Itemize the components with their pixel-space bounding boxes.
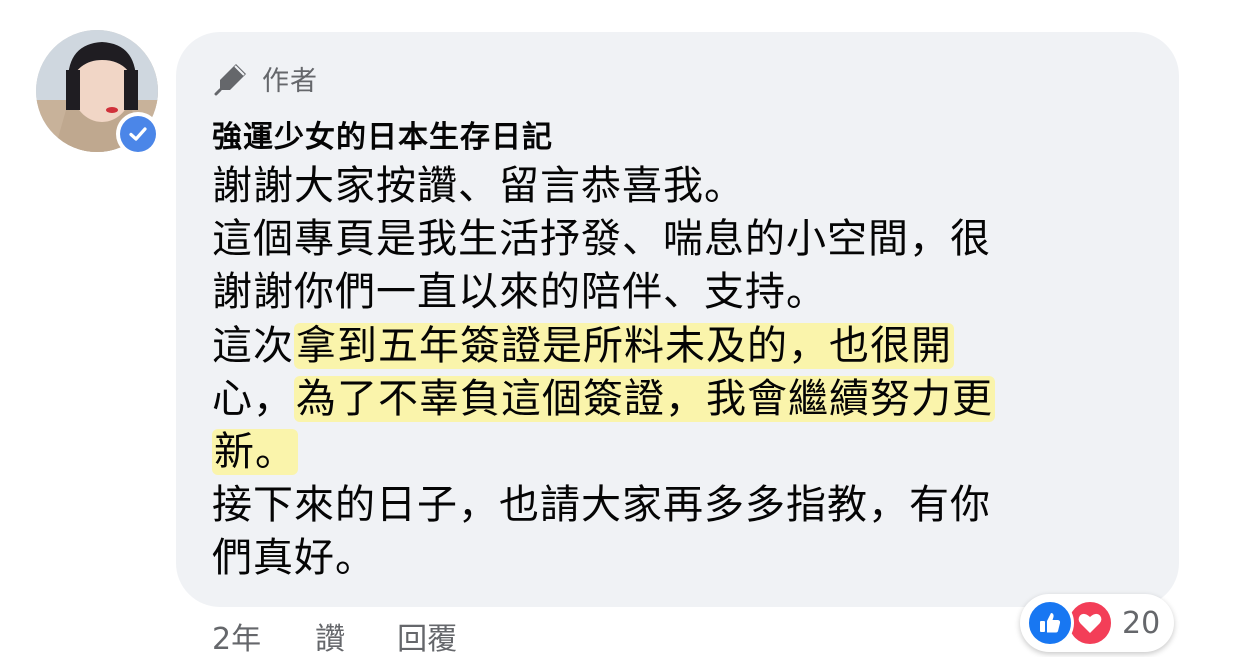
comment-line: 這次拿到五年簽證是所料未及的，也很開 [212,322,954,369]
comment-line: 新。 [212,426,1152,479]
comment-bubble: 作者 強運少女的日本生存日記 謝謝大家按讚、留言恭喜我。 這個專頁是我生活抒發、… [176,32,1179,607]
highlighted-text: 新。 [212,428,298,475]
pen-icon [214,64,246,96]
author-badge: 作者 [214,58,318,98]
comment-line: 接下來的日子，也請大家再多多指教，有你 [212,482,991,529]
comment-screenshot: 作者 強運少女的日本生存日記 謝謝大家按讚、留言恭喜我。 這個專頁是我生活抒發、… [0,0,1242,657]
timestamp[interactable]: 2年 [212,614,261,657]
highlighted-text: 為了不辜負這個簽證，我會繼續努力更 [294,375,995,422]
reply-button[interactable]: 回覆 [397,614,457,657]
author-tag: 作者 [262,65,318,97]
comment-line: 謝謝你們一直以來的陪伴、支持。 [212,269,827,316]
highlighted-text: 拿到五年簽證是所料未及的，也很開 [294,322,954,369]
comment-actions: 2年 讚 回覆 [212,614,457,657]
commenter-name[interactable]: 強運少女的日本生存日記 [212,112,553,156]
verified-badge-icon [116,112,160,156]
comment-line: 心，為了不辜負這個簽證，我會繼續努力更 [212,375,995,422]
like-icon [1026,599,1074,647]
like-button[interactable]: 讚 [315,614,345,657]
comment-line: 謝謝大家按讚、留言恭喜我。 [212,163,745,209]
reaction-count: 20 [1122,605,1161,641]
comment-line: 這個專頁是我生活抒發、喘息的小空間，很 [212,216,991,263]
comment-text: 謝謝大家按讚、留言恭喜我。 這個專頁是我生活抒發、喘息的小空間，很 謝謝你們一直… [212,160,1152,586]
comment-line: 們真好。 [212,535,376,582]
reaction-summary[interactable]: 20 [1020,594,1175,652]
